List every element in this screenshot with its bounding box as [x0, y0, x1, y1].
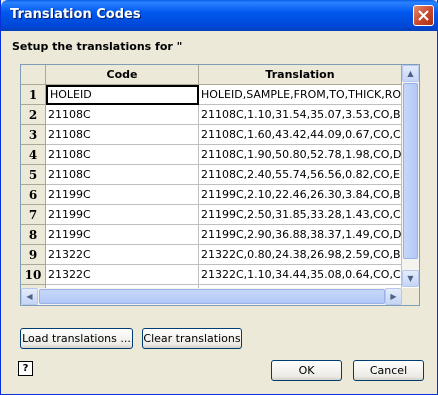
translation-cell[interactable]: 21108C,1.90,50.80,52.78,1.98,CO,DP,6: [199, 145, 402, 165]
code-cell[interactable]: 21199C: [46, 185, 199, 205]
load-translations-button[interactable]: Load translations ...: [20, 328, 133, 349]
vertical-scrollbar[interactable]: ▲ ▼: [402, 65, 419, 287]
scroll-up-button[interactable]: ▲: [402, 65, 419, 82]
code-cell[interactable]: 21199C: [46, 225, 199, 245]
close-icon: [418, 10, 429, 21]
code-cell[interactable]: 21199C: [46, 205, 199, 225]
row-number[interactable]: 8: [21, 225, 46, 245]
arrow-down-icon: ▼: [407, 274, 414, 283]
row-number[interactable]: 1: [21, 85, 46, 105]
scroll-right-button[interactable]: ▶: [385, 288, 402, 305]
translation-grid[interactable]: Code Translation 1 HOLEID HOLEID,SAMPLE,FR…: [20, 64, 420, 306]
translation-codes-dialog: Translation Codes Setup the translations…: [0, 0, 438, 395]
translation-cell[interactable]: 21322C,1.10,34.44,35.08,0.64,CO,CP,0: [199, 265, 402, 285]
row-number[interactable]: 3: [21, 125, 46, 145]
close-button[interactable]: [413, 5, 434, 26]
vertical-scroll-thumb[interactable]: [403, 83, 418, 259]
translation-cell[interactable]: 21199C,2.90,36.88,38.37,1.49,CO,DP,1: [199, 225, 402, 245]
scroll-left-button[interactable]: ◀: [21, 288, 38, 305]
translation-cell[interactable]: 21199C,2.10,22.46,26.30,3.84,CO,BP,7: [199, 185, 402, 205]
code-cell[interactable]: 21108C: [46, 165, 199, 185]
row-number[interactable]: 4: [21, 145, 46, 165]
window-title: Translation Codes: [10, 7, 141, 22]
column-header-translation[interactable]: Translation: [199, 65, 402, 85]
translation-cell[interactable]: HOLEID,SAMPLE,FROM,TO,THICK,ROCK,: [199, 85, 402, 105]
arrow-up-icon: ▲: [407, 69, 414, 78]
code-cell[interactable]: 21322C: [46, 265, 199, 285]
grid-corner-header: [21, 65, 46, 85]
clear-translations-button[interactable]: Clear translations: [142, 328, 242, 349]
translation-cell[interactable]: 21199C,2.50,31.85,33.28,1.43,CO,CP,4: [199, 205, 402, 225]
row-number[interactable]: 10: [21, 265, 46, 285]
scroll-down-button[interactable]: ▼: [402, 270, 419, 287]
setup-prompt: Setup the translations for ": [12, 40, 183, 53]
column-header-code[interactable]: Code: [46, 65, 199, 85]
arrow-left-icon: ◀: [26, 292, 33, 301]
help-icon[interactable]: ?: [18, 361, 33, 376]
code-cell[interactable]: 21108C: [46, 105, 199, 125]
horizontal-scrollbar[interactable]: ◀ ▶: [21, 288, 402, 305]
ok-button[interactable]: OK: [271, 360, 342, 381]
translation-cell[interactable]: 21108C,1.60,43.42,44.09,0.67,CO,CP,0: [199, 125, 402, 145]
row-number[interactable]: 2: [21, 105, 46, 125]
row-number[interactable]: 9: [21, 245, 46, 265]
translation-cell[interactable]: 21322C,0.80,24.38,26.98,2.59,CO,BP,9: [199, 245, 402, 265]
title-bar[interactable]: Translation Codes: [1, 0, 438, 31]
cancel-button[interactable]: Cancel: [353, 360, 424, 381]
horizontal-scroll-thumb[interactable]: [39, 289, 385, 304]
code-cell[interactable]: 21108C: [46, 125, 199, 145]
row-number[interactable]: 5: [21, 165, 46, 185]
row-number[interactable]: 7: [21, 205, 46, 225]
arrow-right-icon: ▶: [390, 292, 397, 301]
translation-cell[interactable]: 21108C,2.40,55.74,56.56,0.82,CO,EP,0: [199, 165, 402, 185]
code-cell[interactable]: 21108C: [46, 145, 199, 165]
code-cell[interactable]: 21322C: [46, 245, 199, 265]
scrollbar-corner: [402, 288, 419, 305]
translation-cell[interactable]: 21108C,1.10,31.54,35.07,3.53,CO,BP,7: [199, 105, 402, 125]
row-number[interactable]: 6: [21, 185, 46, 205]
code-cell[interactable]: HOLEID: [46, 85, 199, 105]
